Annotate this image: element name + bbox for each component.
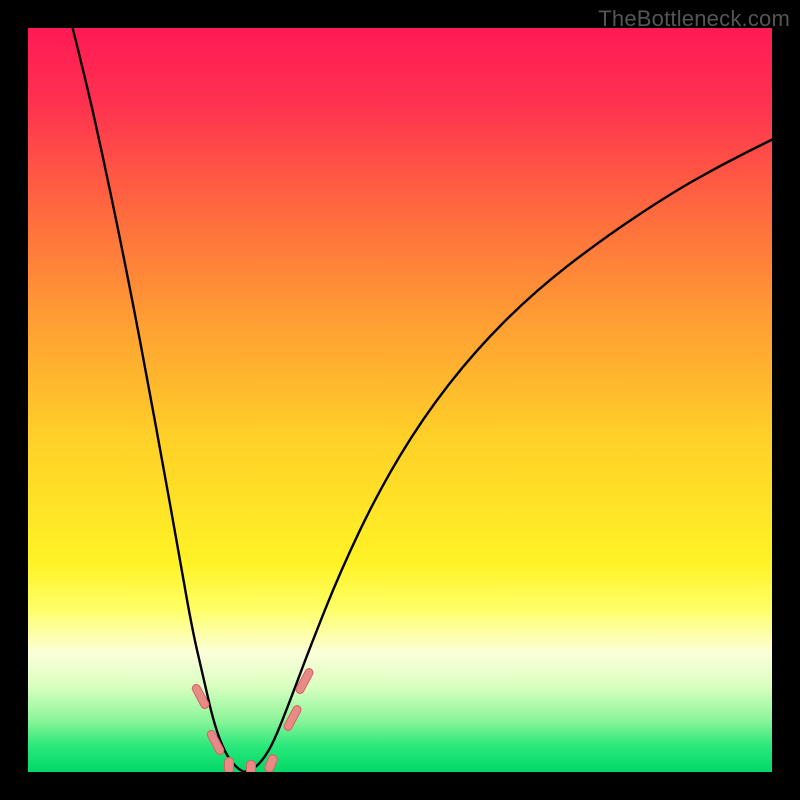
curve-marker: [282, 703, 303, 732]
markers-layer: [28, 28, 772, 772]
curve-marker: [205, 728, 225, 756]
plot-area: [28, 28, 772, 772]
curve-marker: [224, 757, 234, 772]
curve-marker: [246, 760, 256, 772]
chart-frame: TheBottleneck.com: [0, 0, 800, 800]
curve-marker: [263, 753, 279, 772]
curve-marker: [294, 667, 315, 696]
curve-marker: [190, 682, 210, 710]
